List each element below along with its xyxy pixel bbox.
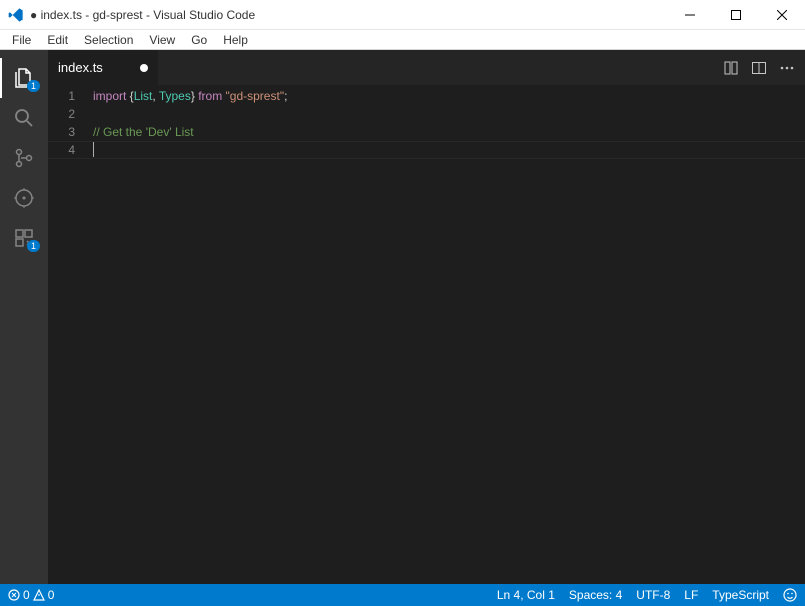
text-cursor	[93, 142, 94, 157]
minimize-button[interactable]	[667, 0, 713, 30]
status-problems[interactable]: 0 0	[8, 588, 54, 602]
explorer-badge: 1	[27, 80, 40, 92]
menu-help[interactable]: Help	[215, 33, 256, 47]
line-number: 4	[48, 141, 75, 159]
split-editor-button[interactable]	[751, 60, 767, 76]
line-number-gutter: 1 2 3 4	[48, 87, 93, 584]
scm-badge: 1	[27, 240, 40, 252]
menu-file[interactable]: File	[4, 33, 39, 47]
menu-go[interactable]: Go	[183, 33, 215, 47]
menu-view[interactable]: View	[141, 33, 183, 47]
dirty-indicator-icon	[140, 64, 148, 72]
warning-icon	[33, 589, 45, 601]
code-line	[93, 141, 791, 159]
status-encoding[interactable]: UTF-8	[636, 588, 670, 602]
status-right: Ln 4, Col 1 Spaces: 4 UTF-8 LF TypeScrip…	[497, 588, 797, 602]
tab-index-ts[interactable]: index.ts	[48, 50, 158, 85]
code-line: // Get the 'Dev' List	[93, 123, 791, 141]
status-feedback[interactable]	[783, 588, 797, 602]
title-bar: ● index.ts - gd-sprest - Visual Studio C…	[0, 0, 805, 30]
code-line: import {List, Types} from "gd-sprest";	[93, 87, 791, 105]
activity-extensions[interactable]: 1	[0, 218, 48, 258]
line-number: 3	[48, 123, 75, 141]
status-cursor-position[interactable]: Ln 4, Col 1	[497, 588, 555, 602]
tab-bar: index.ts	[48, 50, 805, 85]
main-area: 1 1 index.ts	[0, 50, 805, 584]
compare-changes-button[interactable]	[723, 60, 739, 76]
status-left: 0 0	[8, 588, 54, 602]
activity-search[interactable]	[0, 98, 48, 138]
code-content: import {List, Types} from "gd-sprest"; /…	[93, 87, 791, 584]
tab-label: index.ts	[58, 60, 103, 75]
close-button[interactable]	[759, 0, 805, 30]
split-icon	[751, 60, 767, 76]
vscode-logo-icon	[8, 7, 24, 23]
line-number: 2	[48, 105, 75, 123]
menu-edit[interactable]: Edit	[39, 33, 76, 47]
editor-area: index.ts 1 2 3 4	[48, 50, 805, 584]
activity-debug[interactable]	[0, 178, 48, 218]
activity-explorer[interactable]: 1	[0, 58, 48, 98]
debug-icon	[12, 186, 36, 210]
source-control-icon	[12, 146, 36, 170]
error-icon	[8, 589, 20, 601]
status-eol[interactable]: LF	[684, 588, 698, 602]
code-editor[interactable]: 1 2 3 4 import {List, Types} from "gd-sp…	[48, 85, 805, 584]
search-icon	[12, 106, 36, 130]
activity-scm[interactable]	[0, 138, 48, 178]
diff-icon	[723, 60, 739, 76]
maximize-button[interactable]	[713, 0, 759, 30]
window-controls	[667, 0, 805, 30]
menu-bar: File Edit Selection View Go Help	[0, 30, 805, 50]
status-indentation[interactable]: Spaces: 4	[569, 588, 622, 602]
code-line	[93, 105, 791, 123]
window-title: ● index.ts - gd-sprest - Visual Studio C…	[30, 8, 667, 22]
activity-bar: 1 1	[0, 50, 48, 584]
menu-selection[interactable]: Selection	[76, 33, 141, 47]
smiley-icon	[783, 588, 797, 602]
status-language[interactable]: TypeScript	[712, 588, 769, 602]
ellipsis-icon	[779, 60, 795, 76]
status-bar: 0 0 Ln 4, Col 1 Spaces: 4 UTF-8 LF TypeS…	[0, 584, 805, 606]
more-actions-button[interactable]	[779, 60, 795, 76]
tab-actions	[713, 60, 805, 76]
editor-scrollbar[interactable]	[791, 87, 805, 584]
line-number: 1	[48, 87, 75, 105]
